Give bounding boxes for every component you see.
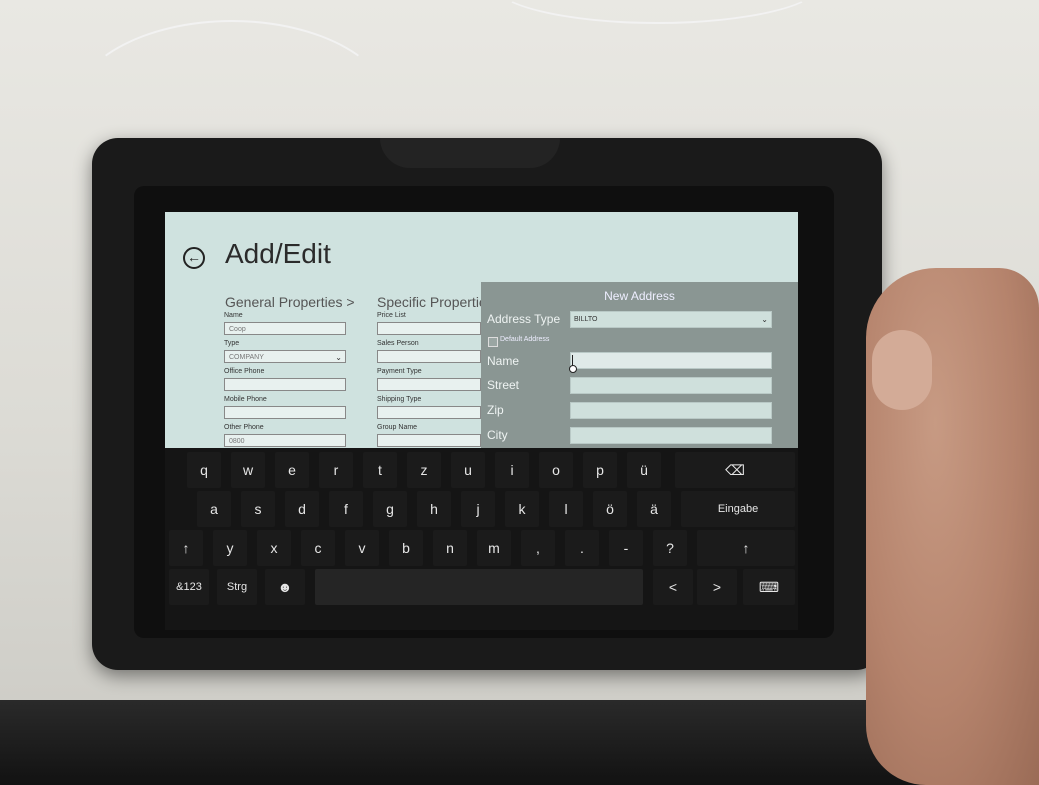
key[interactable]: . (565, 530, 599, 566)
price-list-label: Price List (377, 312, 406, 319)
key[interactable]: g (373, 491, 407, 527)
dialog-title: New Address (604, 289, 675, 303)
key[interactable]: h (417, 491, 451, 527)
general-properties-header[interactable]: General Properties > (225, 294, 355, 310)
key[interactable]: w (231, 452, 265, 488)
ctrl-key[interactable]: Strg (217, 569, 257, 605)
key[interactable]: c (301, 530, 335, 566)
keyboard-icon[interactable]: ⌨ (743, 569, 795, 605)
key[interactable]: n (433, 530, 467, 566)
type-select-value: COMPANY (229, 354, 264, 361)
key[interactable]: q (187, 452, 221, 488)
key[interactable]: e (275, 452, 309, 488)
new-address-dialog: New Address Address Type BILLTO ⌄ Defaul… (481, 282, 798, 448)
key[interactable]: s (241, 491, 275, 527)
name-field[interactable]: Coop (224, 322, 346, 335)
key[interactable]: ö (593, 491, 627, 527)
backspace-icon[interactable]: ⌫ (675, 452, 795, 488)
key[interactable]: m (477, 530, 511, 566)
sales-person-field[interactable] (377, 350, 481, 363)
specific-properties-header[interactable]: Specific Properties (377, 294, 494, 310)
default-address-checkbox[interactable] (488, 337, 498, 347)
shift-left-key[interactable]: ↑ (169, 530, 203, 566)
key[interactable]: ? (653, 530, 687, 566)
key[interactable]: k (505, 491, 539, 527)
price-list-field[interactable] (377, 322, 481, 335)
shift-right-key[interactable]: ↑ (697, 530, 795, 566)
shipping-type-field[interactable] (377, 406, 481, 419)
tablet-case-flap (380, 138, 560, 168)
right-arrow-key[interactable]: > (697, 569, 737, 605)
key[interactable]: b (389, 530, 423, 566)
key[interactable]: z (407, 452, 441, 488)
mobile-phone-label: Mobile Phone (224, 396, 267, 403)
key[interactable]: a (197, 491, 231, 527)
on-screen-keyboard: q w e r t z u i o p ü ⌫ a s d f g h j k … (165, 448, 798, 630)
key[interactable]: p (583, 452, 617, 488)
emoji-icon[interactable]: ☻ (265, 569, 305, 605)
address-type-select[interactable]: BILLTO ⌄ (570, 311, 772, 328)
key[interactable]: - (609, 530, 643, 566)
address-type-label: Address Type (487, 312, 561, 326)
app-screen: ← Add/Edit General Properties > Specific… (165, 212, 798, 448)
key[interactable]: ä (637, 491, 671, 527)
key[interactable]: f (329, 491, 363, 527)
key[interactable]: t (363, 452, 397, 488)
chevron-down-icon: ⌄ (761, 315, 768, 324)
payment-type-label: Payment Type (377, 368, 422, 375)
page-title: Add/Edit (225, 238, 331, 269)
key[interactable]: v (345, 530, 379, 566)
key[interactable]: ü (627, 452, 661, 488)
other-phone-label: Other Phone (224, 424, 264, 431)
zip-input[interactable] (570, 402, 772, 419)
office-phone-field[interactable] (224, 378, 346, 391)
symbols-key[interactable]: &123 (169, 569, 209, 605)
key[interactable]: , (521, 530, 555, 566)
key[interactable]: u (451, 452, 485, 488)
payment-type-field[interactable] (377, 378, 481, 391)
zip-label: Zip (487, 403, 504, 417)
group-name-label: Group Name (377, 424, 418, 431)
city-input[interactable] (570, 427, 772, 444)
left-arrow-key[interactable]: < (653, 569, 693, 605)
key[interactable]: d (285, 491, 319, 527)
name-input[interactable] (570, 352, 772, 369)
key[interactable]: r (319, 452, 353, 488)
group-name-field[interactable] (377, 434, 481, 447)
key[interactable]: x (257, 530, 291, 566)
key[interactable]: l (549, 491, 583, 527)
sales-person-label: Sales Person (377, 340, 419, 347)
street-label: Street (487, 378, 520, 392)
chevron-down-icon: ⌄ (335, 353, 342, 362)
shipping-type-label: Shipping Type (377, 396, 422, 403)
space-bar[interactable] (315, 569, 643, 605)
key[interactable]: i (495, 452, 529, 488)
address-type-value: BILLTO (574, 316, 598, 323)
city-label: City (487, 428, 508, 442)
thumb (872, 330, 932, 410)
other-phone-field[interactable]: 0800 (224, 434, 346, 447)
text-gripper-handle[interactable] (569, 365, 577, 373)
key[interactable]: y (213, 530, 247, 566)
key[interactable]: j (461, 491, 495, 527)
enter-key[interactable]: Eingabe (681, 491, 795, 527)
default-address-label: Default Address (500, 336, 550, 343)
office-phone-label: Office Phone (224, 368, 265, 375)
type-select[interactable]: COMPANY ⌄ (224, 350, 346, 363)
key[interactable]: o (539, 452, 573, 488)
name-label: Name (487, 354, 520, 368)
name-label: Name (224, 312, 243, 319)
street-input[interactable] (570, 377, 772, 394)
mobile-phone-field[interactable] (224, 406, 346, 419)
type-label: Type (224, 340, 240, 347)
back-arrow-icon[interactable]: ← (183, 247, 205, 269)
